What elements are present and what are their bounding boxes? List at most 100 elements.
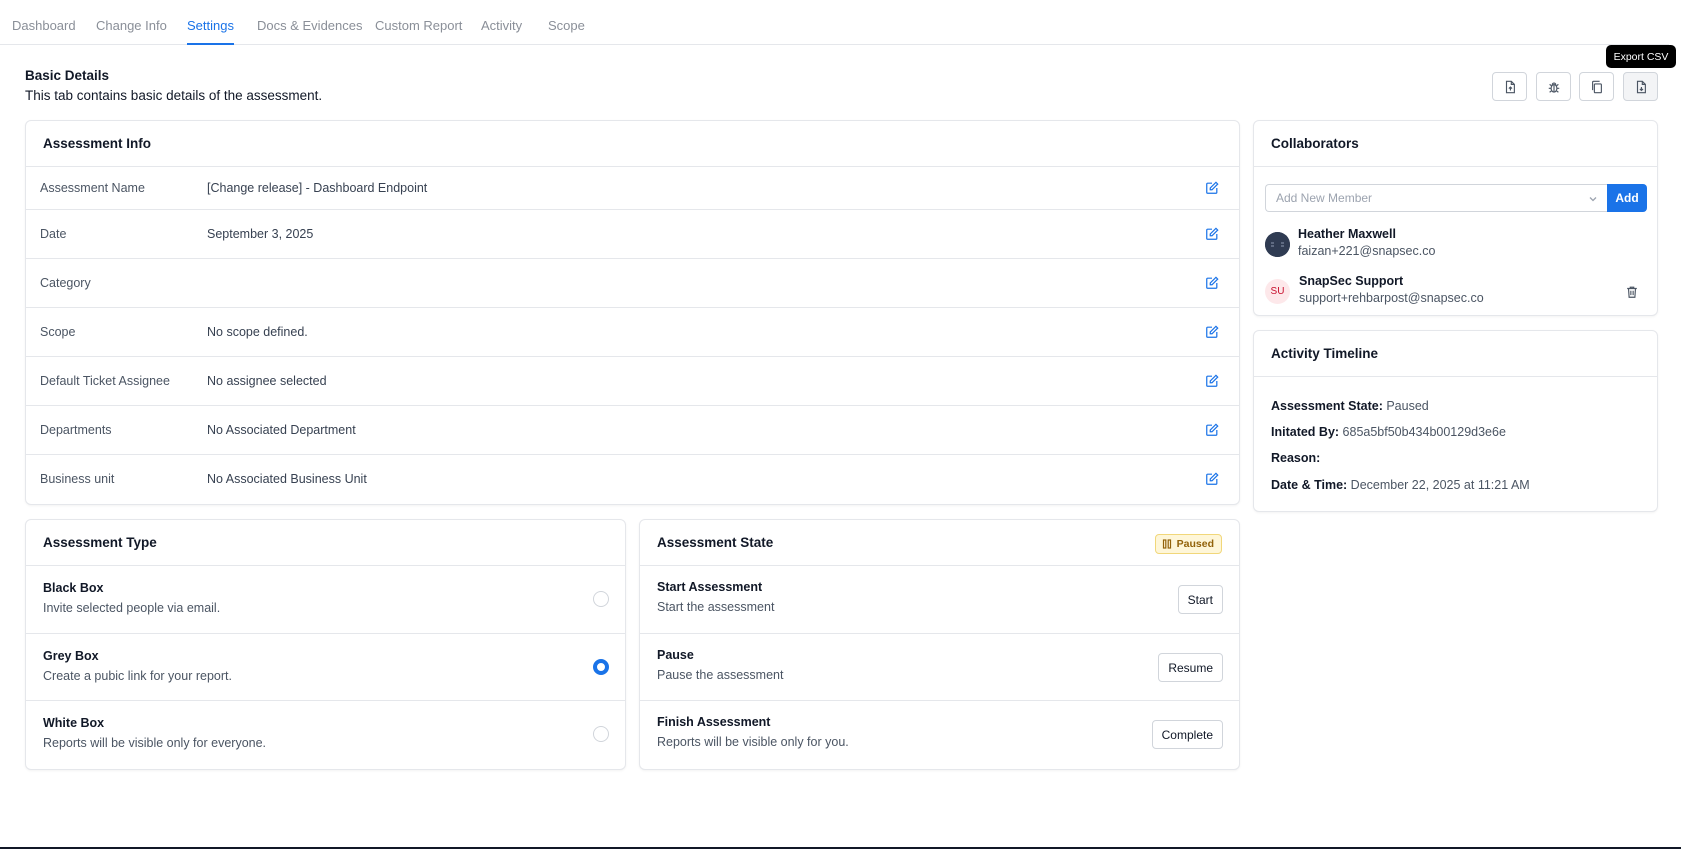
timeline-value: 685a5bf50b434b00129d3e6e: [1342, 425, 1506, 439]
tab-change-info[interactable]: Change Info: [96, 18, 167, 45]
add-member-button[interactable]: Add: [1607, 184, 1647, 212]
edit-icon[interactable]: [1205, 374, 1219, 388]
timeline-line: Initated By: 685a5bf50b434b00129d3e6e: [1271, 425, 1506, 439]
info-value: No scope defined.: [207, 325, 308, 339]
avatar: [1265, 232, 1290, 257]
info-label: Departments: [40, 423, 112, 437]
timeline-label: Assessment State:: [1271, 399, 1383, 413]
edit-icon[interactable]: [1205, 472, 1219, 486]
collaborator-email: support+rehbarpost@snapsec.co: [1299, 291, 1484, 305]
edit-icon[interactable]: [1205, 276, 1219, 290]
pause-icon: [1162, 539, 1171, 549]
assessment-type-card: Assessment Type Black Box Invite selecte…: [25, 519, 626, 770]
info-value: No Associated Business Unit: [207, 472, 367, 486]
edit-icon[interactable]: [1205, 227, 1219, 241]
info-row-category: Category: [26, 259, 1239, 308]
complete-button[interactable]: Complete: [1151, 720, 1223, 749]
edit-icon[interactable]: [1205, 181, 1219, 195]
export-csv-button[interactable]: [1623, 72, 1658, 101]
page-subtitle: This tab contains basic details of the a…: [25, 88, 323, 103]
user-avatar-icon: [1265, 232, 1290, 257]
type-option-grey-box[interactable]: Grey Box Create a pubic link for your re…: [26, 634, 625, 701]
collaborator-email: faizan+221@snapsec.co: [1298, 244, 1436, 258]
bug-button[interactable]: [1536, 72, 1571, 101]
option-title: Grey Box: [43, 649, 99, 663]
timeline-line: Assessment State: Paused: [1271, 399, 1429, 413]
state-description: Start the assessment: [657, 600, 775, 614]
assessment-info-title: Assessment Info: [26, 121, 1239, 167]
info-value: [Change release] - Dashboard Endpoint: [207, 181, 428, 195]
state-title: Pause: [657, 648, 694, 662]
timeline-line: Reason:: [1271, 451, 1320, 465]
assessment-state-header: Assessment State Paused: [640, 520, 1239, 566]
state-description: Reports will be visible only for you.: [657, 735, 849, 749]
avatar: SU: [1265, 279, 1290, 304]
tab-dashboard[interactable]: Dashboard: [12, 18, 76, 45]
page-title: Basic Details: [25, 68, 110, 83]
radio-grey-box[interactable]: [593, 659, 609, 675]
tab-activity[interactable]: Activity: [481, 18, 522, 45]
radio-black-box[interactable]: [593, 591, 609, 607]
option-description: Create a pubic link for your report.: [43, 669, 232, 683]
copy-button[interactable]: [1579, 72, 1614, 101]
collaborator-name: Heather Maxwell: [1298, 227, 1396, 241]
info-label: Category: [40, 276, 91, 290]
edit-icon[interactable]: [1205, 325, 1219, 339]
add-member-placeholder: Add New Member: [1276, 191, 1373, 205]
info-row-assessment-name: Assessment Name [Change release] - Dashb…: [26, 167, 1239, 210]
collaborator-name: SnapSec Support: [1299, 274, 1404, 288]
info-row-scope: Scope No scope defined.: [26, 308, 1239, 357]
resume-button[interactable]: Resume: [1158, 653, 1223, 682]
info-label: Date: [40, 227, 67, 241]
bug-icon: [1548, 82, 1559, 93]
state-title: Start Assessment: [657, 580, 763, 594]
state-title: Finish Assessment: [657, 715, 771, 729]
status-badge-label: Paused: [1176, 538, 1214, 550]
timeline-line: Date & Time: December 22, 2025 at 11:21 …: [1271, 478, 1530, 492]
type-option-black-box[interactable]: Black Box Invite selected people via ema…: [26, 566, 625, 634]
option-title: Black Box: [43, 581, 104, 595]
type-option-white-box[interactable]: White Box Reports will be visible only f…: [26, 701, 625, 769]
info-row-departments: Departments No Associated Department: [26, 406, 1239, 455]
info-label: Scope: [40, 325, 76, 339]
info-row-default-ticket-assignee: Default Ticket Assignee No assignee sele…: [26, 357, 1239, 406]
start-button[interactable]: Start: [1177, 585, 1223, 614]
info-value: No Associated Department: [207, 423, 356, 437]
tab-settings[interactable]: Settings: [187, 18, 234, 45]
status-badge: Paused: [1154, 534, 1222, 554]
info-value: September 3, 2025: [207, 227, 314, 241]
info-label: Default Ticket Assignee: [40, 374, 170, 388]
collaborators-card: Collaborators Add New Member Add Heather…: [1253, 120, 1658, 316]
info-value: No assignee selected: [207, 374, 327, 388]
tab-scope[interactable]: Scope: [548, 18, 585, 45]
info-row-date: Date September 3, 2025: [26, 210, 1239, 259]
export-csv-icon: [1636, 80, 1646, 93]
tab-bar: Dashboard Change Info Settings Docs & Ev…: [0, 0, 1669, 45]
option-description: Reports will be visible only for everyon…: [43, 736, 267, 750]
state-row-pause: Pause Pause the assessment Resume: [640, 634, 1239, 701]
activity-timeline-title: Activity Timeline: [1254, 331, 1657, 377]
tab-docs-evidences[interactable]: Docs & Evidences: [257, 18, 363, 45]
timeline-label: Date & Time:: [1271, 478, 1348, 492]
assessment-state-title: Assessment State: [657, 535, 774, 550]
assessment-info-rows: Assessment Name [Change release] - Dashb…: [26, 167, 1239, 503]
activity-timeline-card: Activity Timeline Assessment State: Paus…: [1253, 330, 1658, 512]
assessment-type-title: Assessment Type: [26, 520, 625, 566]
option-title: White Box: [43, 716, 105, 730]
state-row-finish: Finish Assessment Reports will be visibl…: [640, 701, 1239, 769]
collaborators-title: Collaborators: [1254, 121, 1657, 167]
file-upload-icon: [1505, 80, 1515, 93]
info-row-business-unit: Business unit No Associated Business Uni…: [26, 455, 1239, 503]
edit-icon[interactable]: [1205, 423, 1219, 437]
trash-icon[interactable]: [1625, 285, 1639, 299]
option-description: Invite selected people via email.: [43, 601, 221, 615]
chevron-down-icon: [1589, 197, 1597, 202]
tab-custom-report[interactable]: Custom Report: [375, 18, 462, 45]
copy-icon: [1591, 80, 1602, 93]
export-csv-tooltip: Export CSV: [1606, 45, 1676, 68]
add-member-select[interactable]: Add New Member: [1265, 184, 1607, 212]
timeline-value: Paused: [1386, 399, 1429, 413]
radio-white-box[interactable]: [593, 726, 609, 742]
upload-button[interactable]: [1492, 72, 1527, 101]
timeline-label: Initated By:: [1271, 425, 1340, 439]
